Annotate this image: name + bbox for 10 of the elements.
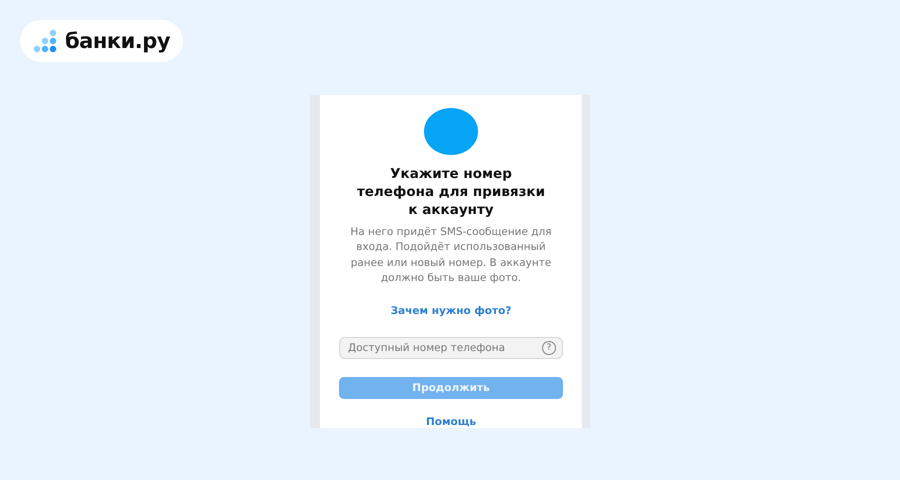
help-icon[interactable]: ? [542, 340, 556, 355]
logo-badge[interactable]: банки.ру [20, 20, 183, 62]
form-description: На него придёт SMS-сообщение для входа. Подойдёт использованный ранее или новый номер. В аккаунте должно быть ваше фото. [349, 224, 553, 286]
avatar-placeholder [424, 108, 478, 155]
logo-text: банки.ру [65, 29, 170, 53]
dots-icon [33, 29, 59, 53]
phone-field[interactable]: Доступный номер телефона ? [339, 336, 563, 360]
help-link[interactable]: Помощь [426, 416, 476, 428]
photo-link[interactable]: Зачем нужно фото? [390, 304, 512, 317]
form-title: Укажите номер телефона для привязки к аккаунту [356, 164, 546, 219]
